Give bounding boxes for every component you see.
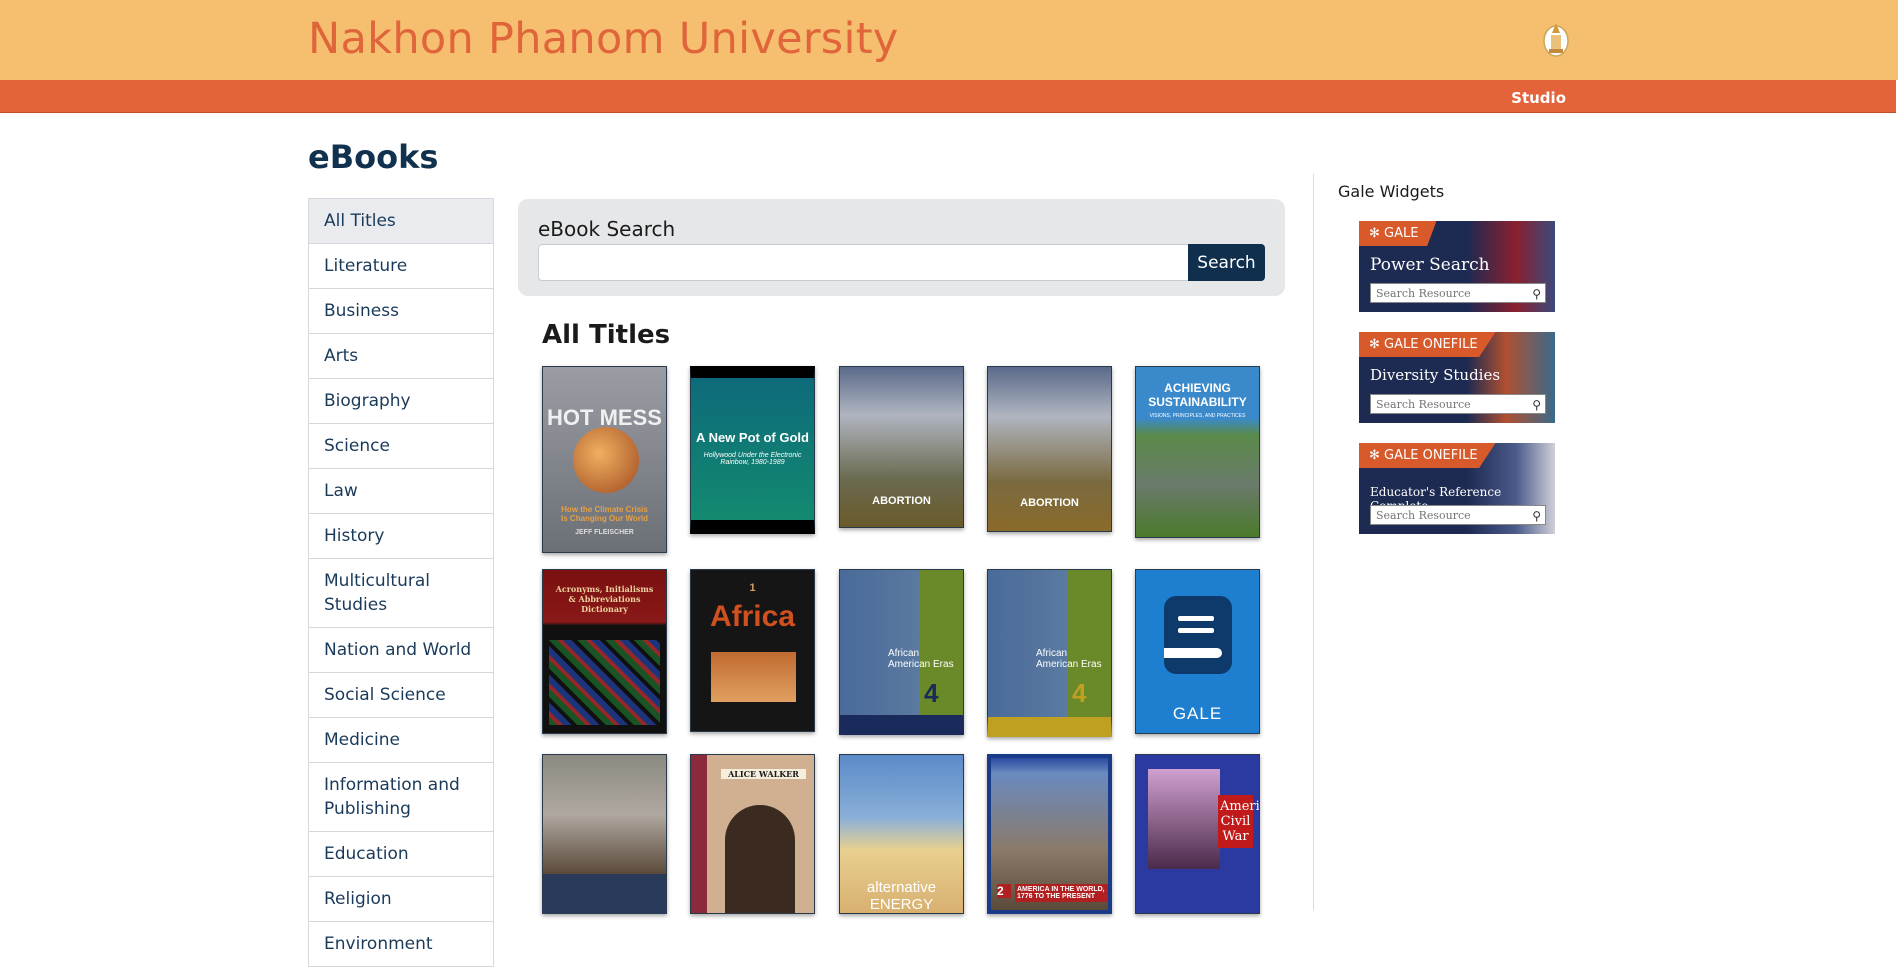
widget-educators-reference[interactable]: ✻ GALE ONEFILE Educator's Reference Comp…	[1359, 443, 1555, 534]
site-header: Nakhon Phanom University	[0, 0, 1898, 80]
sidebar-item-information-and-publishing[interactable]: Information and Publishing	[308, 763, 494, 832]
book-cover-abortion-2[interactable]: ABORTION	[987, 366, 1112, 532]
gale-logo-icon: ✻	[1369, 226, 1380, 241]
widgets-heading: Gale Widgets	[1338, 182, 1445, 201]
widget-tag: ✻ GALE ONEFILE	[1359, 332, 1496, 357]
column-divider	[1313, 174, 1314, 910]
search-icon[interactable]: ⚲	[1532, 509, 1541, 523]
gale-logo-icon: ✻	[1369, 448, 1380, 463]
widget-name: Diversity Studies	[1370, 366, 1501, 384]
book-cover-title: ALCOHOL, TOBACCO, AND ILLICIT DRUGS	[550, 881, 659, 903]
portrait-photo	[725, 805, 795, 913]
widget-tag-label: GALE ONEFILE	[1384, 448, 1478, 463]
sidebar-item-literature[interactable]: Literature	[308, 244, 494, 289]
university-seal-icon[interactable]	[1541, 19, 1571, 59]
book-cover-title: Acronyms, Initialisms & Abbreviations Di…	[555, 584, 654, 614]
widget-name: Power Search	[1370, 255, 1490, 275]
widget-search-input[interactable]	[1370, 505, 1546, 525]
gale-logo-icon: ✻	[1369, 337, 1380, 352]
book-cover-africa[interactable]: 1 Africa	[690, 569, 815, 732]
ebook-search-input[interactable]	[538, 244, 1206, 281]
sidebar-item-medicine[interactable]: Medicine	[308, 718, 494, 763]
sidebar-item-education[interactable]: Education	[308, 832, 494, 877]
widget-tag: ✻ GALE ONEFILE	[1359, 443, 1496, 468]
widget-tag-label: GALE ONEFILE	[1384, 337, 1478, 352]
nav-studio-link[interactable]: Studio	[1511, 89, 1566, 107]
book-cover-author: JEFF FLEISCHER	[575, 529, 634, 536]
book-cover-title: African American Eras	[888, 648, 954, 670]
sidebar-item-law[interactable]: Law	[308, 469, 494, 514]
sidebar-item-nation-and-world[interactable]: Nation and World	[308, 628, 494, 673]
sidebar-item-business[interactable]: Business	[308, 289, 494, 334]
search-button[interactable]: Search	[1188, 244, 1265, 281]
page-title: eBooks	[308, 138, 439, 176]
book-cover-alternative-energy[interactable]: alternative ENERGY	[839, 754, 964, 914]
book-cover-title: ACHIEVING SUSTAINABILITY	[1148, 381, 1247, 409]
sidebar-item-all-titles[interactable]: All Titles	[308, 198, 494, 244]
sidebar-item-science[interactable]: Science	[308, 424, 494, 469]
book-cover-alice-walker[interactable]: ALICE WALKER	[690, 754, 815, 914]
ebook-search-panel: eBook Search Search	[518, 199, 1285, 296]
category-sidebar: All Titles Literature Business Arts Biog…	[308, 198, 494, 967]
sidebar-item-history[interactable]: History	[308, 514, 494, 559]
book-cover-title: ABORTION	[872, 495, 931, 507]
book-cover-title: GALE	[1172, 704, 1223, 723]
book-cover-new-pot-of-gold[interactable]: A New Pot of Gold Hollywood Under the El…	[690, 366, 815, 534]
search-icon[interactable]: ⚲	[1532, 398, 1541, 412]
book-cover-volume: 4	[924, 678, 939, 708]
gale-book-icon	[1164, 596, 1232, 674]
book-cover-american-civil-war[interactable]: American Civil War	[1135, 754, 1260, 914]
sidebar-item-environment[interactable]: Environment	[308, 922, 494, 967]
book-cover-volume: 1	[749, 582, 756, 594]
widget-search-input[interactable]	[1370, 394, 1546, 414]
book-cover-alcohol-tobacco-drugs[interactable]: ALCOHOL, TOBACCO, AND ILLICIT DRUGS	[542, 754, 667, 914]
book-cover-volume: 2	[997, 884, 1011, 898]
book-cover-african-american-eras-1[interactable]: African American Eras 4	[839, 569, 964, 735]
widget-search-input[interactable]	[1370, 283, 1546, 303]
sidebar-item-social-science[interactable]: Social Science	[308, 673, 494, 718]
book-cover-title: African American Eras	[1036, 648, 1102, 670]
top-nav: Studio	[0, 80, 1896, 113]
widget-diversity-studies[interactable]: ✻ GALE ONEFILE Diversity Studies ⚲	[1359, 332, 1555, 423]
widget-tag: ✻ GALE	[1359, 221, 1437, 246]
widget-tag-label: GALE	[1384, 226, 1419, 241]
book-cover-abortion-1[interactable]: ABORTION	[839, 366, 964, 528]
book-cover-title: American Civil War	[1218, 795, 1259, 848]
search-label: eBook Search	[538, 217, 676, 241]
site-title[interactable]: Nakhon Phanom University	[308, 14, 899, 64]
book-cover-title: ABORTION	[1020, 497, 1079, 509]
cover-photo	[711, 652, 796, 702]
book-cover-subtitle: VISIONS, PRINCIPLES, AND PRACTICES	[1149, 413, 1246, 419]
book-cover-volume: 4	[1072, 678, 1087, 708]
search-icon[interactable]: ⚲	[1532, 287, 1541, 301]
book-cover-subtitle: How the Climate Crisis Is Changing Our W…	[561, 505, 648, 523]
book-cover-hot-mess[interactable]: HOT MESS How the Climate Crisis Is Chang…	[542, 366, 667, 553]
book-cover-title: alternative ENERGY	[866, 879, 937, 913]
book-cover-america-in-the-world[interactable]: 2 AMERICA IN THE WORLD, 1776 TO THE PRES…	[987, 754, 1112, 914]
sidebar-item-religion[interactable]: Religion	[308, 877, 494, 922]
sidebar-item-arts[interactable]: Arts	[308, 334, 494, 379]
sidebar-item-multicultural-studies[interactable]: Multicultural Studies	[308, 559, 494, 628]
book-cover-acronyms-dictionary[interactable]: Acronyms, Initialisms & Abbreviations Di…	[542, 569, 667, 734]
sidebar-item-biography[interactable]: Biography	[308, 379, 494, 424]
book-cover-achieving-sustainability[interactable]: ACHIEVING SUSTAINABILITY VISIONS, PRINCI…	[1135, 366, 1260, 538]
book-cover-title: ALICE WALKER	[721, 769, 806, 779]
book-cover-gale-placeholder[interactable]: GALE	[1135, 569, 1260, 734]
cover-photo	[1148, 769, 1220, 869]
book-cover-african-american-eras-2[interactable]: African American Eras 4	[987, 569, 1112, 737]
book-cover-title: A New Pot of Gold	[696, 430, 809, 445]
widget-power-search[interactable]: ✻ GALE Power Search ⚲	[1359, 221, 1555, 312]
acronym-collage	[549, 640, 660, 725]
book-cover-title: AMERICA IN THE WORLD, 1776 TO THE PRESEN…	[1015, 884, 1108, 902]
book-cover-subtitle: Hollywood Under the Electronic Rainbow, …	[703, 452, 802, 466]
grid-heading: All Titles	[542, 320, 671, 350]
globe-icon	[573, 427, 639, 493]
book-cover-title: Africa	[709, 600, 796, 633]
